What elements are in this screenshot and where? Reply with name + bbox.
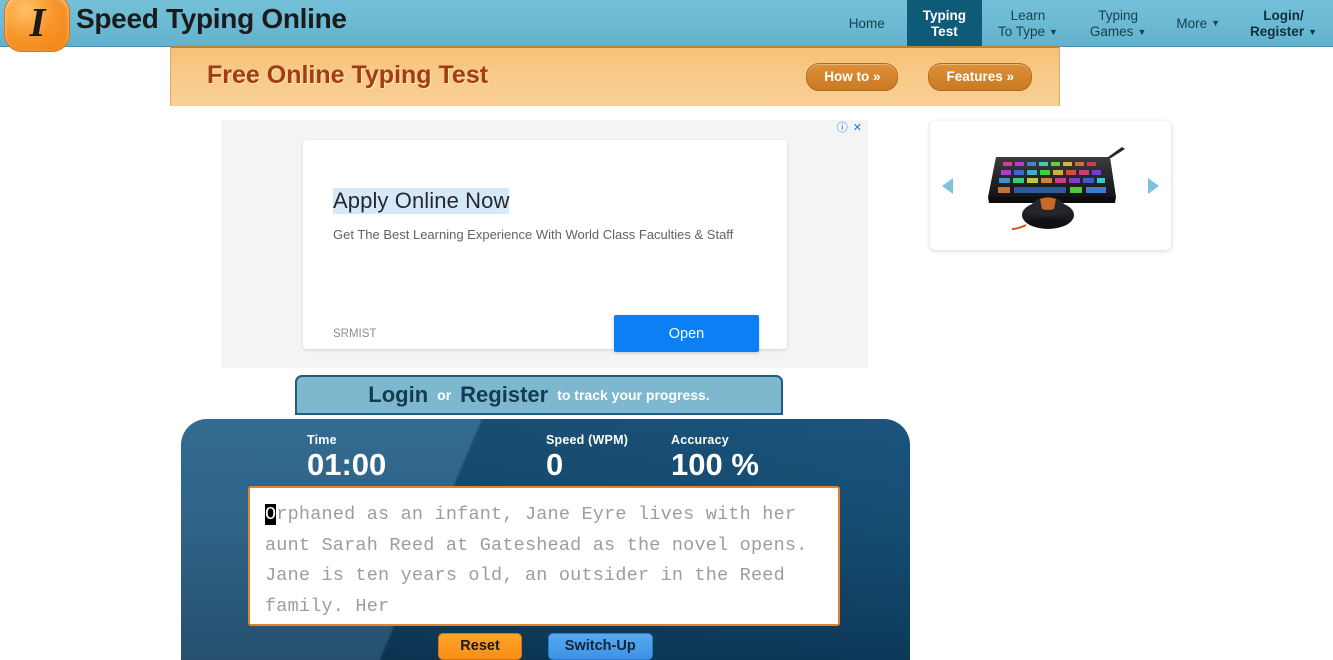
advertisement-container: ⓘ ✕ Apply Online Now Get The Best Learni… [222, 120, 868, 368]
switch-up-button[interactable]: Switch-Up [547, 633, 653, 660]
stat-accuracy-label: Accuracy [671, 433, 729, 447]
nav-label-typing-test-2: Test [930, 23, 958, 39]
nav-item-home[interactable]: Home [827, 0, 907, 47]
site-title: Speed Typing Online [76, 3, 347, 34]
nav-label-games-2: Games ▼ [1089, 23, 1147, 39]
nav-label-learn-2: To Type ▼ [997, 23, 1058, 39]
nav-label-more: More [1176, 15, 1208, 31]
how-to-button[interactable]: How to » [806, 63, 899, 91]
stat-accuracy-value: 100 % [671, 447, 759, 482]
stat-time-label: Time [307, 433, 337, 447]
typing-input-area[interactable]: Orphaned as an infant, Jane Eyre lives w… [248, 486, 840, 626]
nav-item-more[interactable]: More ▼ [1162, 0, 1234, 47]
reset-button[interactable]: Reset [438, 633, 522, 660]
chevron-down-icon: ▼ [1211, 18, 1221, 29]
stat-accuracy: Accuracy 100 % [671, 433, 759, 482]
chevron-down-icon: ▼ [1137, 26, 1147, 37]
ad-open-button[interactable]: Open [614, 315, 759, 352]
typing-test-panel: Time 01:00 Speed (WPM) 0 Accuracy 100 % … [181, 419, 910, 660]
features-button[interactable]: Features » [928, 63, 1032, 91]
logo-letter: I [29, 0, 46, 45]
register-link[interactable]: Register [460, 382, 548, 408]
nav-item-login-register[interactable]: Login/ Register ▼ [1234, 0, 1333, 47]
nav-label-typing-test-1: Typing [922, 8, 966, 24]
stats-row: Time 01:00 Speed (WPM) 0 Accuracy 100 % [181, 427, 910, 489]
product-carousel [930, 121, 1171, 250]
stat-speed-value: 0 [546, 447, 564, 482]
nav-item-learn-to-type[interactable]: Learn To Type ▼ [982, 0, 1074, 47]
banner-buttons: How to » Features » [806, 63, 1032, 91]
nav-label-learn-1: Learn [1010, 8, 1046, 24]
typing-test-page: I Speed Typing Online Home Typing Test L… [0, 0, 1333, 660]
typing-cursor: O [265, 504, 277, 525]
nav-item-typing-games[interactable]: Typing Games ▼ [1074, 0, 1162, 47]
typing-passage-text: rphaned as an infant, Jane Eyre lives wi… [265, 504, 808, 617]
stat-time: Time 01:00 [307, 433, 386, 482]
chevron-down-icon: ▼ [1308, 26, 1317, 37]
ad-controls: ⓘ ✕ [837, 123, 862, 134]
page-banner: Free Online Typing Test How to » Feature… [170, 46, 1060, 106]
ad-info-icon[interactable]: ⓘ [837, 123, 848, 134]
panel-button-row: Reset Switch-Up [181, 633, 910, 660]
site-header: I Speed Typing Online Home Typing Test L… [0, 0, 1333, 52]
stat-speed-label: Speed (WPM) [546, 433, 629, 447]
carousel-next-icon[interactable] [1148, 177, 1159, 194]
ad-close-icon[interactable]: ✕ [853, 123, 862, 134]
nav-item-typing-test[interactable]: Typing Test [906, 0, 982, 47]
ad-description: Get The Best Learning Experience With Wo… [333, 227, 734, 242]
login-link[interactable]: Login [368, 382, 428, 408]
stat-speed: Speed (WPM) 0 [546, 433, 628, 482]
ad-card[interactable]: Apply Online Now Get The Best Learning E… [303, 140, 787, 352]
carousel-prev-icon[interactable] [942, 177, 953, 194]
keyboard-mouse-image [988, 147, 1125, 230]
site-logo[interactable]: I [4, 0, 70, 52]
login-or-text: or [437, 387, 452, 403]
stat-time-value: 01:00 [307, 447, 387, 482]
ad-headline[interactable]: Apply Online Now [333, 188, 510, 214]
logo-badge-icon: I [4, 0, 70, 52]
page-title: Free Online Typing Test [207, 61, 489, 89]
nav-label-games-1: Typing [1098, 8, 1139, 24]
login-register-bar: Login or Register to track your progress… [295, 375, 783, 415]
nav-label-login-2: Register ▼ [1250, 23, 1317, 39]
nav-label-home: Home [848, 15, 885, 31]
ad-brand: SRMIST [333, 328, 377, 340]
nav-label-login-1: Login/ [1263, 8, 1304, 24]
main-navigation: Home Typing Test Learn To Type ▼ Typing G… [827, 0, 1333, 47]
chevron-down-icon: ▼ [1049, 26, 1058, 37]
login-tail-text: to track your progress. [557, 387, 710, 403]
